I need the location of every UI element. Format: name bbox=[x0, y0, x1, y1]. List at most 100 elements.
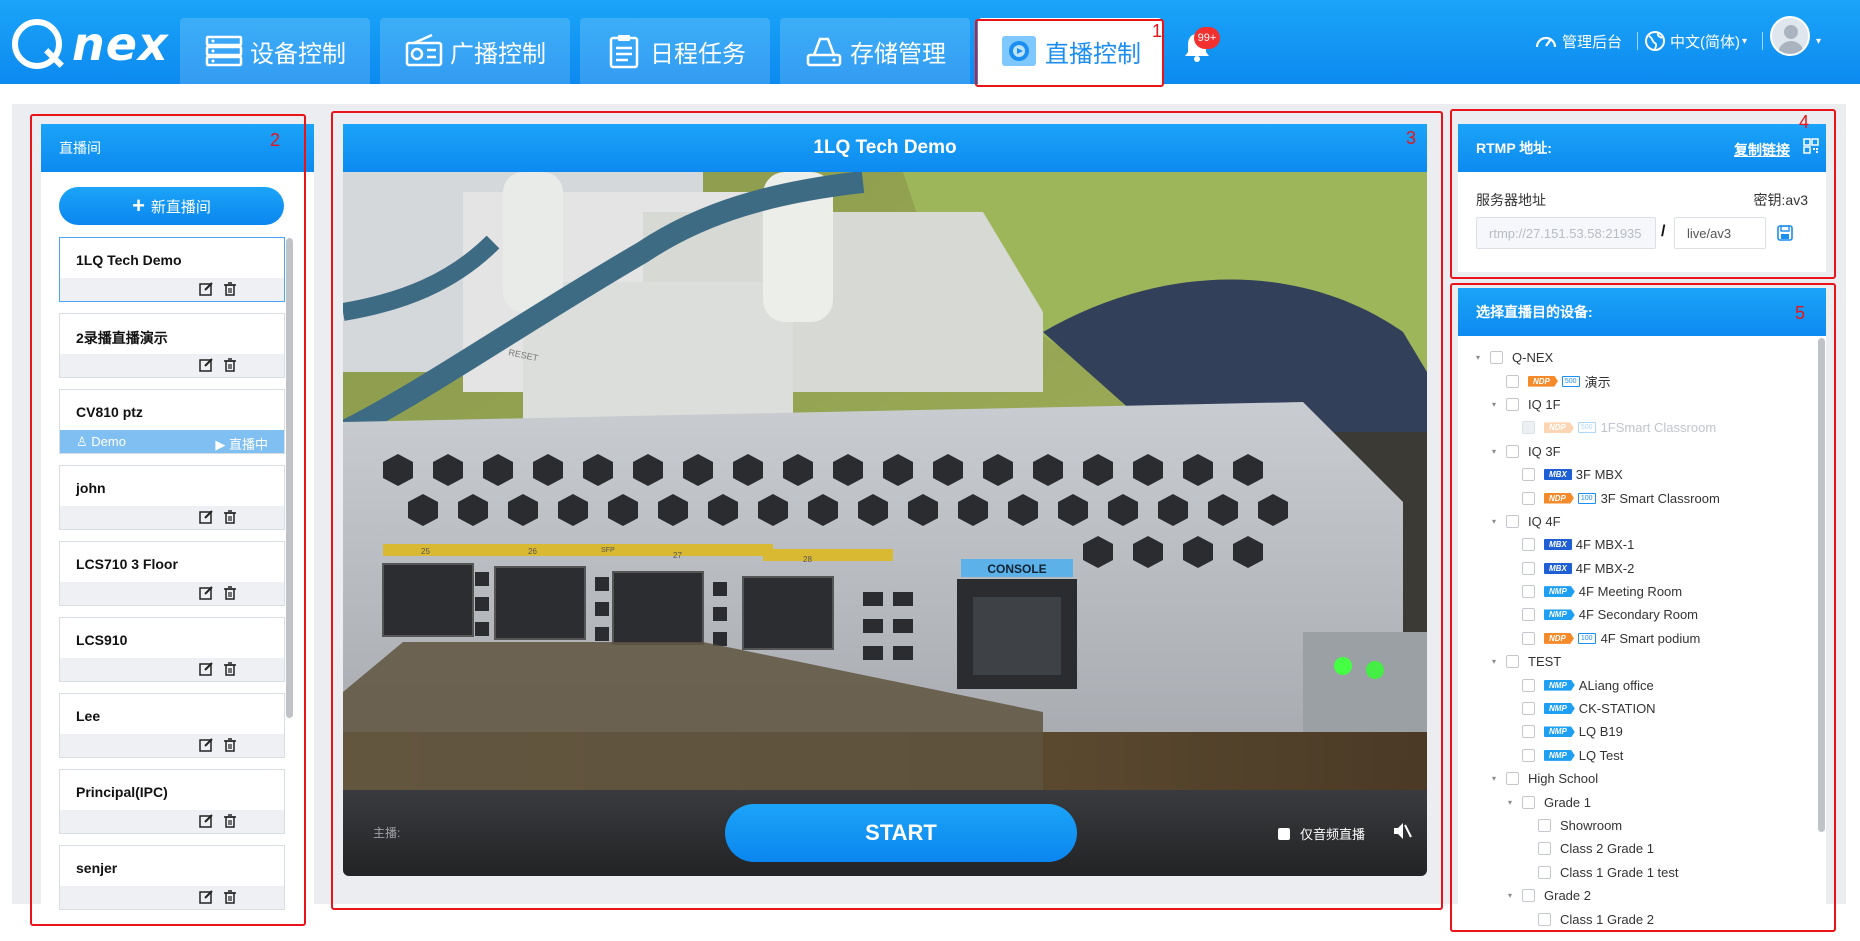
device-checkbox[interactable] bbox=[1538, 865, 1551, 879]
user-avatar[interactable] bbox=[1770, 16, 1810, 56]
device-checkbox[interactable] bbox=[1538, 819, 1551, 832]
admin-link[interactable]: 管理后台 bbox=[1534, 28, 1622, 54]
device-checkbox[interactable] bbox=[1522, 538, 1535, 552]
room-list-scrollbar[interactable] bbox=[286, 238, 293, 718]
device-checkbox[interactable] bbox=[1522, 725, 1535, 739]
device-checkbox[interactable] bbox=[1506, 374, 1519, 388]
device-checkbox[interactable] bbox=[1506, 397, 1519, 411]
device-checkbox[interactable] bbox=[1522, 585, 1535, 599]
caret-down-icon[interactable]: ▾ bbox=[1504, 798, 1516, 807]
device-tree-node[interactable]: ▾ IQ 1F bbox=[1458, 393, 1818, 416]
save-icon[interactable] bbox=[1776, 224, 1794, 242]
device-tree-node[interactable]: ▾ TEST bbox=[1458, 650, 1818, 673]
live-room-card[interactable]: john bbox=[59, 465, 285, 530]
edit-icon[interactable] bbox=[198, 889, 214, 905]
caret-down-icon[interactable]: ▾ bbox=[1472, 353, 1484, 362]
edit-icon[interactable] bbox=[198, 813, 214, 829]
user-menu-chevron-icon[interactable]: ▾ bbox=[1816, 36, 1821, 47]
device-tree-node[interactable]: MBX 4F MBX-2 bbox=[1458, 557, 1818, 580]
edit-icon[interactable] bbox=[198, 585, 214, 601]
device-tree-node[interactable]: Class 1 Grade 1 test bbox=[1458, 861, 1818, 884]
edit-icon[interactable] bbox=[198, 509, 214, 525]
language-selector[interactable]: 中文(简体) ▾ bbox=[1644, 28, 1747, 54]
nav-tab-broadcast-control[interactable]: 广播控制 bbox=[380, 18, 570, 84]
trash-icon[interactable] bbox=[222, 509, 238, 525]
caret-down-icon[interactable]: ▾ bbox=[1488, 657, 1500, 666]
nav-tab-live-control[interactable]: 直播控制 bbox=[978, 18, 1162, 84]
caret-down-icon[interactable]: ▾ bbox=[1488, 447, 1500, 456]
edit-icon[interactable] bbox=[198, 357, 214, 373]
device-checkbox[interactable] bbox=[1490, 351, 1503, 365]
trash-icon[interactable] bbox=[222, 737, 238, 753]
caret-down-icon[interactable]: ▾ bbox=[1488, 400, 1500, 409]
device-checkbox[interactable] bbox=[1506, 655, 1519, 669]
device-tree-node[interactable]: NMP 4F Meeting Room bbox=[1458, 580, 1818, 603]
device-tree-node[interactable]: NMP LQ B19 bbox=[1458, 720, 1818, 743]
device-tree-node[interactable]: Class 1 Grade 2 bbox=[1458, 907, 1818, 930]
live-room-card[interactable]: Principal(IPC) bbox=[59, 769, 285, 834]
device-checkbox[interactable] bbox=[1538, 912, 1551, 926]
audio-only-checkbox[interactable] bbox=[1278, 827, 1290, 840]
nav-tab-schedule[interactable]: 日程任务 bbox=[580, 18, 770, 84]
device-tree-node[interactable]: ▾ Grade 1 bbox=[1458, 790, 1818, 813]
audio-only-toggle[interactable]: 仅音频直播 bbox=[1278, 824, 1365, 843]
device-checkbox[interactable] bbox=[1522, 491, 1535, 505]
trash-icon[interactable] bbox=[222, 585, 238, 601]
caret-down-icon[interactable]: ▾ bbox=[1504, 891, 1516, 900]
edit-icon[interactable] bbox=[198, 737, 214, 753]
live-room-card[interactable]: LCS710 3 Floor bbox=[59, 541, 285, 606]
caret-down-icon[interactable]: ▾ bbox=[1488, 774, 1500, 783]
device-tree-node[interactable]: ▾ IQ 3F bbox=[1458, 440, 1818, 463]
trash-icon[interactable] bbox=[222, 889, 238, 905]
live-room-card[interactable]: LCS910 bbox=[59, 617, 285, 682]
server-address-field[interactable]: rtmp://27.151.53.58:21935 bbox=[1476, 217, 1656, 249]
device-tree-node[interactable]: NDP 500 1FSmart Classroom bbox=[1458, 416, 1818, 439]
device-checkbox[interactable] bbox=[1522, 748, 1535, 762]
device-checkbox[interactable] bbox=[1522, 631, 1535, 645]
trash-icon[interactable] bbox=[222, 661, 238, 677]
device-checkbox[interactable] bbox=[1522, 468, 1535, 482]
device-tree-scrollbar[interactable] bbox=[1818, 338, 1825, 832]
device-checkbox[interactable] bbox=[1522, 678, 1535, 692]
device-checkbox[interactable] bbox=[1522, 795, 1535, 809]
nav-tab-storage[interactable]: 存储管理 bbox=[780, 18, 970, 84]
device-tree-node[interactable]: NDP 100 4F Smart podium bbox=[1458, 627, 1818, 650]
trash-icon[interactable] bbox=[222, 281, 238, 297]
stream-key-field[interactable]: live/av3 bbox=[1674, 217, 1766, 249]
device-checkbox[interactable] bbox=[1522, 889, 1535, 903]
copy-link[interactable]: 复制链接 bbox=[1734, 140, 1790, 160]
device-tree-node[interactable]: ▾ High School bbox=[1458, 767, 1818, 790]
caret-down-icon[interactable]: ▾ bbox=[1488, 517, 1500, 526]
nav-tab-device-control[interactable]: 设备控制 bbox=[180, 18, 370, 84]
live-room-card[interactable]: CV810 ptz ♙ Demo ▶ 直播中 bbox=[59, 389, 285, 454]
trash-icon[interactable] bbox=[222, 357, 238, 373]
device-tree-node[interactable]: Class 2 Grade 1 bbox=[1458, 837, 1818, 860]
device-checkbox[interactable] bbox=[1538, 842, 1551, 856]
new-live-room-button[interactable]: + 新直播间 bbox=[59, 187, 284, 225]
live-room-card[interactable]: 2录播直播演示 bbox=[59, 313, 285, 378]
device-checkbox[interactable] bbox=[1522, 561, 1535, 575]
device-tree-node[interactable]: Showroom bbox=[1458, 814, 1818, 837]
live-room-card[interactable]: senjer bbox=[59, 845, 285, 910]
device-checkbox[interactable] bbox=[1506, 514, 1519, 528]
qr-code-icon[interactable] bbox=[1803, 138, 1819, 154]
qnex-logo[interactable]: nex bbox=[12, 17, 169, 71]
device-checkbox[interactable] bbox=[1506, 444, 1519, 458]
device-checkbox[interactable] bbox=[1522, 702, 1535, 716]
device-tree-node[interactable]: ▾ Grade 2 bbox=[1458, 884, 1818, 907]
device-tree-node[interactable]: NDP 100 3F Smart Classroom bbox=[1458, 486, 1818, 509]
device-tree-node[interactable]: NDP 500 演示 bbox=[1458, 369, 1818, 392]
device-tree-node[interactable]: ▾ Q-NEX bbox=[1458, 346, 1818, 369]
device-tree-node[interactable]: NMP CK-STATION bbox=[1458, 697, 1818, 720]
device-tree-node[interactable]: NMP LQ Test bbox=[1458, 744, 1818, 767]
live-room-card[interactable]: 1LQ Tech Demo bbox=[59, 237, 285, 302]
edit-icon[interactable] bbox=[198, 281, 214, 297]
device-checkbox[interactable] bbox=[1522, 608, 1535, 622]
device-tree-node[interactable]: ▾ IQ 4F bbox=[1458, 510, 1818, 533]
start-live-button[interactable]: START bbox=[725, 804, 1077, 862]
live-room-card[interactable]: Lee bbox=[59, 693, 285, 758]
device-tree-node[interactable]: NMP ALiang office bbox=[1458, 673, 1818, 696]
device-tree-node[interactable]: NMP 4F Secondary Room bbox=[1458, 603, 1818, 626]
device-checkbox[interactable] bbox=[1506, 772, 1519, 786]
speaker-mute-icon[interactable] bbox=[1391, 820, 1413, 842]
